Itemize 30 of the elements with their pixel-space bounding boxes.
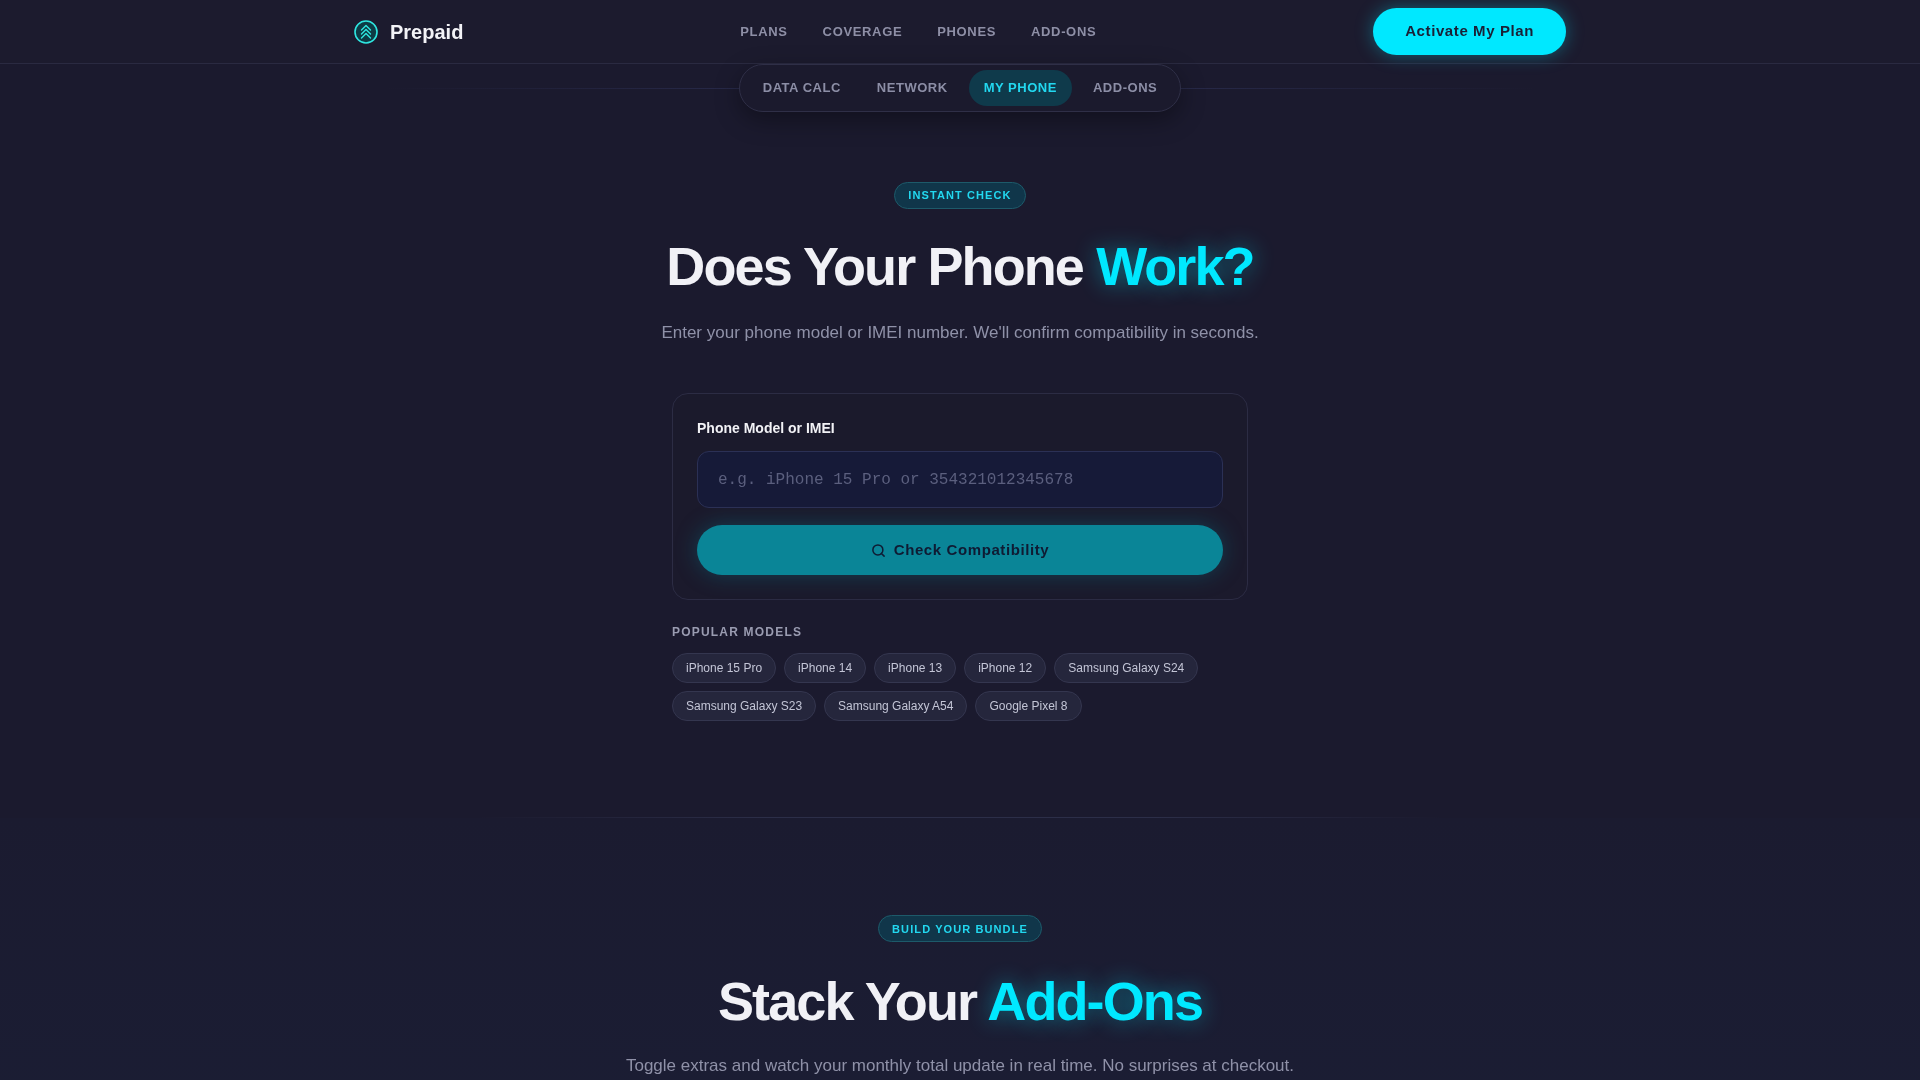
check-compatibility-button[interactable]: Check Compatibility [697, 525, 1223, 576]
eyebrow-tag: BUILD YOUR BUNDLE [878, 915, 1042, 943]
logo-icon [354, 19, 378, 44]
brand-name: Prepaid [390, 19, 464, 45]
popular-models-heading: POPULAR MODELS [672, 624, 804, 641]
section-heading: Stack Your Add-Ons [717, 972, 1203, 1032]
section-tab[interactable]: NETWORK [861, 70, 963, 106]
activate-plan-button[interactable]: Activate My Plan [1373, 8, 1566, 55]
model-chip[interactable]: Samsung Galaxy S24 [1054, 653, 1199, 684]
model-chip[interactable]: iPhone 12 [964, 653, 1047, 684]
model-chip[interactable]: iPhone 13 [874, 653, 957, 684]
model-chip[interactable]: iPhone 15 Pro [672, 653, 777, 684]
section-tab[interactable]: DATA CALC [747, 70, 856, 106]
nav-link[interactable]: PHONES [937, 21, 997, 42]
section-tab[interactable]: ADD-ONS [1077, 70, 1173, 106]
nav-link[interactable]: COVERAGE [822, 21, 903, 42]
nav-link[interactable]: PLANS [740, 21, 788, 42]
model-chip[interactable]: iPhone 14 [784, 653, 867, 684]
section-tab[interactable]: MY PHONE [968, 70, 1072, 106]
model-chip[interactable]: Samsung Galaxy A54 [824, 691, 968, 722]
model-chip[interactable]: Samsung Galaxy S23 [672, 691, 817, 722]
search-icon [870, 542, 886, 558]
section-subtitle: Toggle extras and watch your monthly total update in real time. No surprises at checkout. [625, 1054, 1295, 1077]
field-label: Phone Model or IMEI [697, 419, 836, 439]
eyebrow-tag: INSTANT CHECK [894, 182, 1026, 209]
nav-link[interactable]: ADD-ONS [1031, 21, 1097, 42]
section-subtitle: Enter your phone model or IMEI number. We'll confirm compatibility in seconds. [661, 322, 1259, 345]
phone-input-field[interactable]: e.g. iPhone 15 Pro or 354321012345678 [697, 451, 1223, 509]
model-chip[interactable]: Google Pixel 8 [975, 691, 1082, 722]
section-heading: Does Your Phone Work? [666, 237, 1254, 297]
